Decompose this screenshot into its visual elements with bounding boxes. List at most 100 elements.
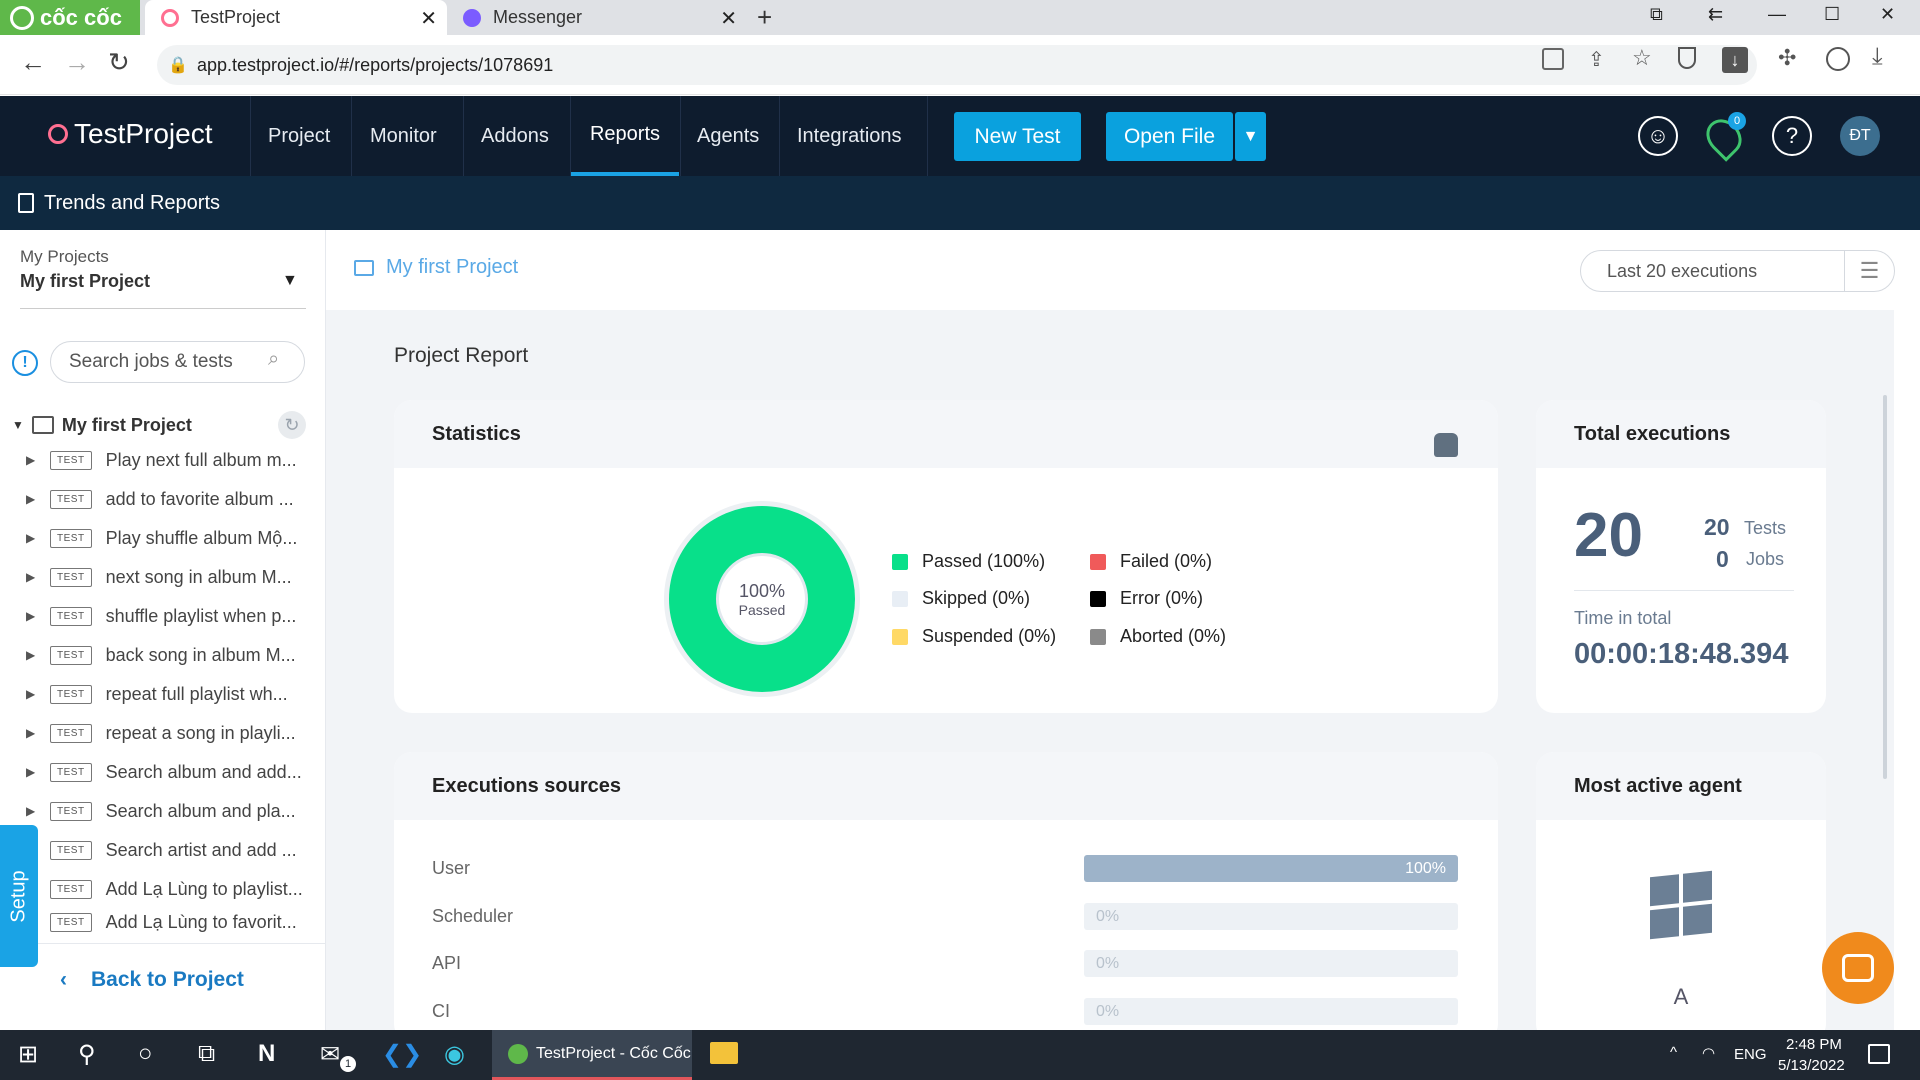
share-icon[interactable]: ⇪ — [1588, 47, 1605, 72]
task-view-icon[interactable]: ⧉ — [198, 1040, 215, 1068]
expand-arrow-icon[interactable]: ▶ — [26, 531, 36, 545]
minimize-button[interactable]: — — [1768, 4, 1786, 25]
avatar[interactable]: ĐT — [1840, 116, 1880, 156]
scrollbar[interactable] — [1883, 395, 1887, 779]
cortana-icon[interactable]: ○ — [138, 1040, 153, 1068]
nav-divider — [680, 96, 681, 176]
filter-lines-icon[interactable]: ☰ — [1844, 251, 1894, 291]
expand-arrow-icon[interactable]: ▶ — [26, 648, 36, 662]
forward-icon[interactable]: → — [64, 47, 90, 78]
address-bar[interactable]: app.testproject.io/#/reports/projects/10… — [157, 45, 1757, 85]
project-tree-root[interactable]: ▼ My first Project — [12, 410, 312, 440]
windows-start-icon[interactable]: ⊞ — [18, 1040, 38, 1069]
new-test-button[interactable]: New Test — [954, 112, 1081, 161]
test-item[interactable]: ▶ TEST Play shuffle album Mộ... — [26, 522, 297, 554]
test-item[interactable]: ▶ TEST back song in album M... — [26, 639, 296, 671]
screenshot-icon[interactable]: ⧉ — [1650, 4, 1663, 25]
tab-testproject[interactable]: TestProject ✕ — [145, 0, 447, 35]
lock-icon[interactable]: 🔒 — [168, 55, 188, 75]
nav-project[interactable]: Project — [268, 96, 330, 176]
chat-support-button[interactable] — [1822, 932, 1894, 1004]
test-item[interactable]: ▶ TEST repeat full playlist wh... — [26, 678, 288, 710]
open-file-dropdown-button[interactable]: ▼ — [1235, 112, 1266, 161]
new-tab-button[interactable]: + — [757, 2, 772, 33]
download-extension-icon[interactable]: ↓ — [1722, 47, 1748, 73]
expand-arrow-icon[interactable]: ▶ — [26, 726, 36, 740]
search-icon[interactable]: ⚲ — [78, 1040, 96, 1069]
test-item[interactable]: ▶ TEST Search album and add... — [26, 756, 302, 788]
tab-search-icon[interactable]: ⇇ — [1708, 4, 1723, 25]
notion-app-icon[interactable]: N — [258, 1040, 275, 1068]
bookmark-star-icon[interactable]: ☆ — [1632, 45, 1652, 71]
legend-skipped: Skipped (0%) — [892, 588, 1030, 609]
expand-arrow-icon[interactable]: ▶ — [26, 804, 36, 818]
test-item[interactable]: ▶ TEST Search album and pla... — [26, 795, 296, 827]
search-input[interactable]: Search jobs & tests — [50, 341, 305, 383]
expand-arrow-icon[interactable]: ▶ — [26, 453, 36, 467]
tests-label: Tests — [1744, 518, 1787, 538]
extensions-icon[interactable]: ✣ — [1778, 45, 1796, 71]
test-tag: TEST — [50, 801, 92, 821]
browser-brand[interactable]: cốc cốc — [0, 0, 140, 35]
mail-app-icon[interactable]: ✉ — [320, 1040, 340, 1069]
nav-monitor[interactable]: Monitor — [370, 96, 437, 176]
open-file-button[interactable]: Open File — [1106, 112, 1233, 161]
profile-icon[interactable] — [1826, 47, 1850, 71]
reload-icon[interactable]: ↻ — [108, 47, 130, 78]
wifi-icon[interactable]: ◠ — [1702, 1044, 1715, 1062]
tab-messenger[interactable]: Messenger ✕ — [447, 0, 747, 35]
search-icon[interactable]: ⌕ — [268, 348, 279, 371]
caret-down-icon[interactable]: ▼ — [12, 418, 24, 432]
test-item[interactable]: TEST Add Lạ Lùng to favorit... — [26, 912, 297, 932]
setup-tab[interactable]: Setup — [0, 825, 38, 967]
translate-icon[interactable] — [1542, 48, 1564, 70]
test-item[interactable]: ▶ TEST add to favorite album ... — [26, 483, 294, 515]
expand-arrow-icon[interactable]: ▶ — [26, 765, 36, 779]
testproject-logo[interactable]: TestProject — [48, 118, 213, 150]
vscode-app-icon[interactable]: ❮❯ — [382, 1040, 422, 1069]
test-item[interactable]: TEST Search artist and add ... — [26, 834, 297, 866]
clock-date[interactable]: 5/13/2022 — [1778, 1057, 1845, 1074]
expand-arrow-icon[interactable]: ▶ — [26, 609, 36, 623]
nav-reports[interactable]: Reports — [571, 96, 679, 176]
back-to-project-link[interactable]: ‹ Back to Project — [60, 968, 244, 992]
back-icon[interactable]: ← — [20, 47, 46, 78]
android-icon[interactable] — [1434, 433, 1458, 457]
project-selector[interactable]: My first Project — [20, 271, 150, 292]
breadcrumb[interactable]: My first Project — [354, 256, 518, 279]
maximize-button[interactable]: ☐ — [1824, 4, 1840, 25]
executions-filter[interactable]: Last 20 executions ☰ — [1580, 250, 1895, 292]
tray-chevron-icon[interactable]: ^ — [1670, 1044, 1677, 1061]
expand-arrow-icon[interactable]: ▶ — [26, 687, 36, 701]
close-tab-icon[interactable]: ✕ — [720, 6, 737, 31]
edge-app-icon[interactable]: ◉ — [444, 1040, 465, 1069]
help-icon[interactable]: ? — [1772, 116, 1812, 156]
expand-arrow-icon[interactable]: ▶ — [26, 570, 36, 584]
expand-arrow-icon[interactable]: ▶ — [26, 492, 36, 506]
test-item[interactable]: ▶ TEST Play next full album m... — [26, 444, 297, 476]
test-item[interactable]: ▶ TEST repeat a song in playli... — [26, 717, 296, 749]
test-item[interactable]: TEST Add Lạ Lùng to playlist... — [26, 873, 303, 905]
test-item[interactable]: ▶ TEST shuffle playlist when p... — [26, 600, 296, 632]
close-window-button[interactable]: ✕ — [1880, 4, 1895, 25]
test-item[interactable]: ▶ TEST next song in album M... — [26, 561, 292, 593]
shield-icon[interactable] — [1678, 47, 1696, 69]
chevron-down-icon[interactable]: ▼ — [282, 272, 298, 290]
downloads-icon[interactable]: ⤓ — [1872, 43, 1883, 71]
legend-aborted: Aborted (0%) — [1090, 626, 1226, 647]
taskbar-app-label: TestProject - Cốc Cốc — [536, 1044, 691, 1062]
clock-time[interactable]: 2:48 PM — [1786, 1036, 1842, 1053]
taskbar-coccoc-app[interactable]: TestProject - Cốc Cốc — [492, 1030, 692, 1080]
notification-center-icon[interactable] — [1868, 1044, 1890, 1064]
nav-integrations[interactable]: Integrations — [797, 96, 902, 176]
account-icon[interactable]: ☺ — [1638, 116, 1678, 156]
info-icon[interactable]: ! — [12, 350, 38, 376]
refresh-icon[interactable]: ↻ — [278, 411, 306, 439]
legend-failed: Failed (0%) — [1090, 551, 1212, 572]
close-tab-icon[interactable]: ✕ — [420, 6, 437, 31]
nav-addons[interactable]: Addons — [481, 96, 549, 176]
language-indicator[interactable]: ENG — [1734, 1046, 1767, 1063]
file-explorer-icon[interactable] — [710, 1042, 738, 1064]
statistics-title: Statistics — [394, 400, 1498, 468]
nav-agents[interactable]: Agents — [697, 96, 759, 176]
